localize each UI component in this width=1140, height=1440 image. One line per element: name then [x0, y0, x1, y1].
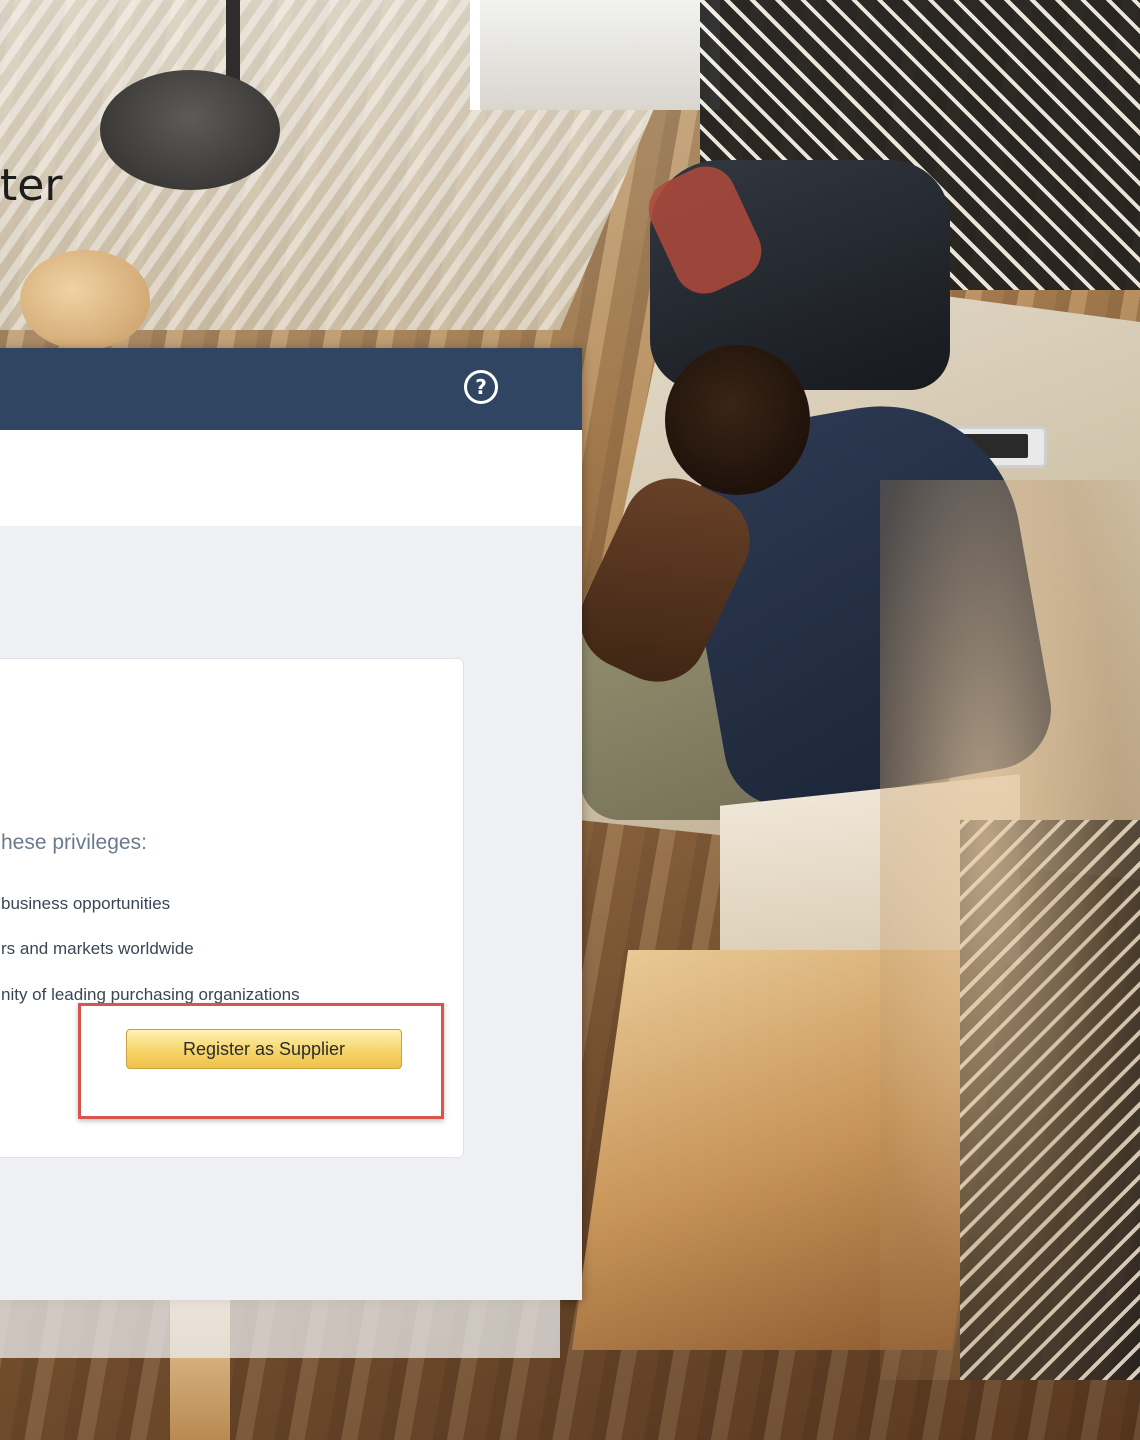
blur-overlay: [880, 480, 1140, 1380]
round-table: [20, 250, 150, 350]
partial-heading: ter: [0, 160, 63, 211]
register-as-supplier-button[interactable]: Register as Supplier: [126, 1029, 402, 1069]
benefit-item: rs and markets worldwide: [1, 939, 194, 958]
registration-card: hese privileges: business opportunities …: [0, 658, 464, 1158]
privileges-heading: hese privileges:: [1, 831, 147, 854]
supplier-login-window: ? hese privileges: business opportunitie…: [0, 348, 582, 1300]
window-titlebar: ?: [0, 348, 582, 430]
person-head: [665, 345, 810, 495]
window-frame: [470, 0, 720, 110]
benefit-item: nity of leading purchasing organizations: [1, 985, 300, 1004]
benefit-item: business opportunities: [1, 894, 171, 913]
header-strip: [0, 430, 582, 526]
footer-strip: [0, 1300, 560, 1358]
lamp-base: [100, 70, 280, 190]
help-circle-icon[interactable]: ?: [464, 370, 498, 404]
